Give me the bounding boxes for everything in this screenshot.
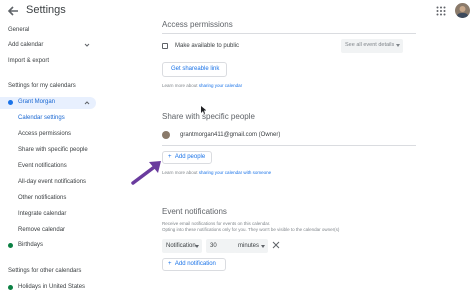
chevron-down-icon[interactable]: [84, 42, 90, 48]
add-people-button[interactable]: + Add people: [162, 151, 212, 164]
notification-amount-value: 30: [210, 243, 217, 249]
annotation-arrow-icon: [131, 161, 161, 185]
page-title: Settings: [26, 4, 66, 16]
sidebar-calendar-label: Grant Morgan: [18, 99, 56, 105]
visibility-value: See all event details: [345, 42, 395, 48]
chevron-up-icon[interactable]: [84, 100, 90, 106]
arrow-left-icon[interactable]: [6, 4, 20, 18]
sidebar: General Add calendar Import & export Set…: [0, 24, 100, 297]
sidebar-item-import-export[interactable]: Import & export: [8, 58, 49, 64]
sidebar-item-calendar-settings[interactable]: Calendar settings: [18, 115, 65, 121]
owner-email: grantmorgan411@gmail.com (Owner): [180, 132, 281, 138]
sharing-with-someone-link[interactable]: sharing your calendar with someone: [199, 170, 271, 175]
close-icon[interactable]: [272, 241, 280, 249]
visibility-dropdown[interactable]: See all event details: [341, 39, 403, 53]
access-permissions-title: Access permissions: [162, 20, 233, 29]
sidebar-item-event-notifications[interactable]: Event notifications: [18, 163, 67, 169]
sidebar-item-holidays[interactable]: Holidays in United States: [18, 284, 85, 290]
share-hint: Learn more about sharing your calendar w…: [162, 170, 271, 175]
calendar-color-dot: [8, 243, 13, 248]
hint-prefix: Learn more about: [162, 83, 198, 88]
sidebar-item-birthdays[interactable]: Birthdays: [18, 242, 43, 248]
hint-prefix: Learn more about: [162, 170, 198, 175]
sidebar-item-other-notifications[interactable]: Other notifications: [18, 195, 66, 201]
notification-unit-value: minutes: [238, 243, 260, 249]
sidebar-item-general[interactable]: General: [8, 27, 29, 33]
sidebar-item-access-permissions[interactable]: Access permissions: [18, 131, 71, 137]
sharing-calendar-link[interactable]: sharing your calendar: [199, 83, 242, 88]
make-public-checkbox[interactable]: [162, 43, 168, 49]
calendar-color-dot: [8, 285, 13, 290]
avatar: [162, 131, 170, 139]
caret-down-icon: [396, 44, 400, 47]
get-shareable-link-button[interactable]: Get shareable link: [162, 62, 227, 77]
add-notification-button[interactable]: + Add notification: [162, 258, 226, 271]
divider: [162, 33, 416, 34]
main-content: Access permissions Make available to pub…: [150, 0, 474, 297]
plus-icon: +: [168, 261, 172, 267]
my-calendars-heading: Settings for my calendars: [8, 83, 76, 89]
notification-type-select[interactable]: Notification: [162, 239, 202, 253]
event-notifications-title: Event notifications: [162, 207, 227, 216]
calendar-color-dot: [8, 100, 13, 105]
sidebar-item-remove-calendar[interactable]: Remove calendar: [18, 227, 65, 233]
share-people-title: Share with specific people: [162, 112, 255, 121]
add-notification-label: Add notification: [174, 261, 216, 267]
divider: [162, 145, 416, 146]
sidebar-item-share-people[interactable]: Share with specific people: [18, 147, 88, 153]
caret-down-icon: [261, 245, 265, 248]
make-public-label: Make available to public: [175, 43, 240, 49]
add-people-label: Add people: [174, 154, 206, 160]
other-calendars-heading: Settings for other calendars: [8, 268, 82, 274]
sidebar-item-all-day-notifications[interactable]: All-day event notifications: [18, 179, 86, 185]
plus-icon: +: [168, 154, 172, 160]
caret-down-icon: [195, 245, 199, 248]
notifications-desc-line2: Opting into these notifications only for…: [162, 227, 340, 232]
notification-unit-select[interactable]: minutes: [234, 239, 268, 253]
notification-type-value: Notification: [166, 243, 196, 249]
sidebar-item-add-calendar[interactable]: Add calendar: [8, 42, 43, 48]
access-hint: Learn more about sharing your calendar: [162, 83, 242, 88]
notification-amount-input[interactable]: 30: [206, 239, 236, 253]
sidebar-item-integrate-calendar[interactable]: Integrate calendar: [18, 211, 66, 217]
